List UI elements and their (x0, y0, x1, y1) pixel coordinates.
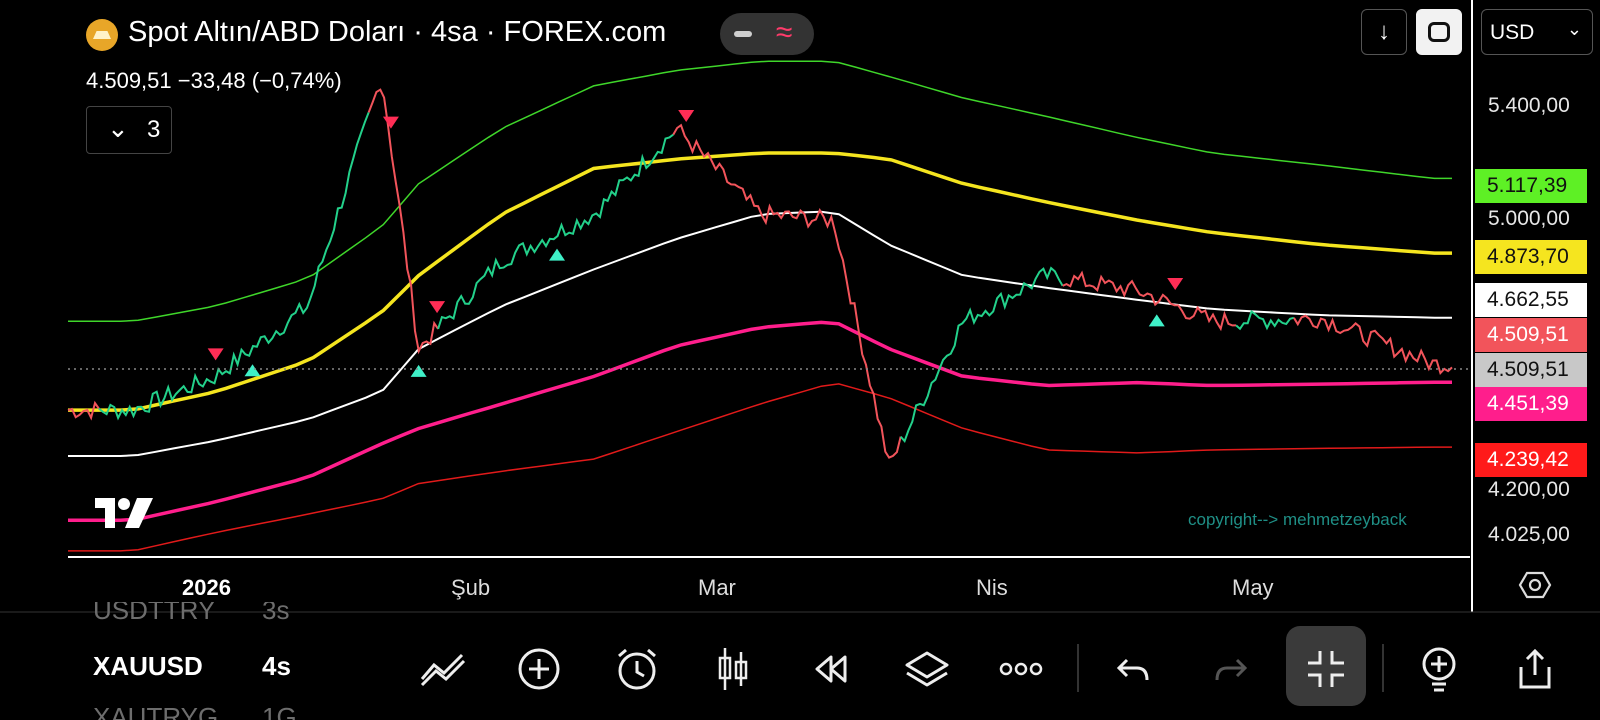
copyright-watermark: copyright--> mehmetzeyback (1188, 510, 1407, 529)
toolbar-divider (1382, 644, 1384, 692)
price-segment-bearish (672, 123, 902, 459)
price-segment-bullish (98, 112, 370, 421)
share-icon[interactable] (1510, 644, 1560, 694)
sell-signal-marker (1167, 278, 1184, 291)
current-symbol[interactable]: XAUUSD (93, 651, 203, 682)
price-segment-bearish (1293, 314, 1453, 376)
buy-signal-marker (410, 364, 427, 377)
arrow-down-icon: ↓ (1378, 18, 1390, 45)
undo-icon[interactable] (1108, 644, 1158, 694)
currency-value: USD (1490, 21, 1535, 44)
upper-green-band (68, 60, 1452, 323)
current-timeframe[interactable]: 4s (262, 651, 291, 682)
indicator-count: 3 (147, 116, 161, 143)
replay-icon[interactable] (806, 644, 856, 694)
watchlist-timeframe-above[interactable]: 3s (262, 602, 289, 624)
download-button[interactable]: ↓ (1361, 9, 1407, 55)
gold-coin-logo-icon (86, 19, 118, 51)
indicators-collapse-button[interactable]: ⌄ 3 (86, 106, 172, 154)
tradingview-logo-icon (95, 498, 153, 528)
chevron-down-icon: ⌄ (107, 113, 129, 143)
add-indicator-icon[interactable] (1414, 644, 1464, 694)
yellow-band-price-badge: 4.873,70 (1475, 240, 1587, 274)
alert-clock-icon[interactable] (612, 644, 662, 694)
more-icon[interactable] (996, 644, 1046, 694)
white-band-price-badge: 4.662,55 (1475, 283, 1587, 317)
sell-signal-marker (429, 301, 446, 314)
sell-signal-marker (678, 110, 695, 123)
time-label-year: 2026 (182, 575, 231, 600)
toolbar-divider (1077, 644, 1079, 692)
last-price-badge: 4.509,51 (1475, 318, 1587, 352)
price-segment-bullish (899, 266, 1064, 444)
layers-icon[interactable] (902, 644, 952, 694)
yellow-band (68, 151, 1452, 412)
chevron-down-icon: ⌄ (1566, 19, 1582, 39)
buy-signal-marker (244, 364, 261, 377)
watchlist-symbol-below[interactable]: XAUTRYG (93, 700, 218, 720)
candles-icon[interactable] (708, 644, 758, 694)
pink-band-price-badge: 4.451,39 (1475, 387, 1587, 421)
price-tick: 4.025,00 (1488, 523, 1570, 546)
chart-mode-toggle[interactable]: ≈ (720, 13, 814, 55)
green-band-price-badge: 5.117,39 (1475, 169, 1587, 203)
time-label: Mar (698, 575, 736, 600)
price-tick: 5.400,00 (1488, 94, 1570, 117)
drawing-tools-icon[interactable] (418, 644, 468, 694)
exit-fullscreen-icon[interactable] (1301, 644, 1351, 694)
sell-signal-marker (382, 116, 399, 129)
price-tick-obscured: 4.200,00 (1488, 478, 1570, 501)
close-price-badge: 4.509,51 (1475, 353, 1587, 387)
time-label: Şub (451, 575, 491, 600)
chart-canvas[interactable] (0, 0, 1600, 720)
buy-signal-marker (549, 248, 566, 261)
watchlist-symbol-above[interactable]: USDTTRY (93, 602, 215, 624)
time-label: Nis (976, 575, 1008, 600)
add-icon[interactable] (514, 644, 564, 694)
symbol-title[interactable]: Spot Altın/ABD Doları · 4sa · FOREX.com (128, 16, 666, 49)
time-label: May (1232, 575, 1274, 600)
redo-icon[interactable] (1206, 644, 1256, 694)
red-band-price-badge: 4.239,42 (1475, 443, 1587, 477)
price-tick: 5.000,00 (1488, 207, 1570, 230)
price-change-readout: 4.509,51 −33,48 (−0,74%) (86, 68, 342, 93)
currency-select[interactable]: USD ⌄ (1481, 9, 1593, 55)
sell-signal-marker (207, 348, 224, 361)
buy-signal-marker (1148, 314, 1165, 327)
minimize-icon[interactable] (734, 31, 752, 37)
fullscreen-toggle-button[interactable] (1416, 9, 1462, 55)
wave-icon[interactable]: ≈ (776, 16, 792, 50)
chart-settings-icon[interactable] (1518, 570, 1552, 600)
watchlist-timeframe-below[interactable]: 1G (262, 700, 297, 720)
pink-band (68, 320, 1452, 523)
